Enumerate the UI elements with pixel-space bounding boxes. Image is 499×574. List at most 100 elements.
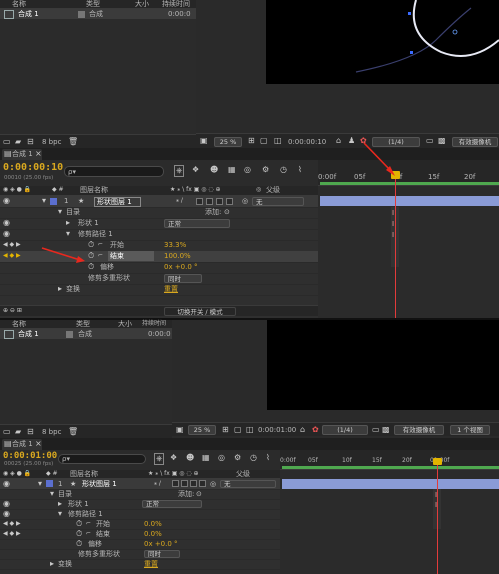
viewer-canvas[interactable] [266, 0, 499, 84]
trim-paths-chevron-icon[interactable]: ▾ [58, 509, 62, 519]
layer-search-input[interactable]: ρ▾ [58, 454, 146, 464]
trim-paths-chevron-icon[interactable]: ▾ [66, 229, 70, 239]
snapshot-icon[interactable]: ◫ [274, 136, 282, 146]
col-name-header[interactable]: 名称 [12, 0, 26, 9]
snapshot-icon[interactable]: ◫ [246, 425, 254, 435]
transform-reset[interactable]: 重置 [164, 284, 178, 294]
offset-value[interactable]: 0x +0.0 ° [164, 262, 198, 272]
transparency-grid-icon[interactable]: ▩ [382, 425, 390, 435]
switch-box-3[interactable] [190, 480, 197, 487]
layer-search-input[interactable]: ρ▾ [64, 166, 164, 177]
shape-group-chevron-icon[interactable]: ▸ [66, 218, 70, 228]
eye-icon[interactable]: ◉ [3, 218, 10, 228]
comp-tab[interactable]: ▤ 合成 1 × [2, 149, 42, 160]
start-value[interactable]: 33.3% [164, 240, 186, 250]
footer-icons[interactable]: ⊕ ⊖ ⊞ [3, 306, 22, 316]
layer-name-column-header[interactable]: 图层名称 [80, 185, 108, 195]
stopwatch-icon[interactable]: ⏱ [88, 240, 94, 250]
stopwatch-icon[interactable]: ⏱ [88, 262, 94, 272]
parent-column-header[interactable]: 父级 [266, 185, 280, 195]
layer-label-color[interactable] [46, 480, 53, 487]
camera-dropdown[interactable]: 有效摄像机 [452, 137, 498, 147]
add-menu-icon[interactable]: ⊙ [196, 489, 202, 499]
layer-duration-bar[interactable] [320, 196, 499, 206]
stopwatch-icon[interactable]: ⏱ [88, 251, 94, 261]
viewer-canvas[interactable] [267, 320, 499, 410]
col-size-header[interactable]: 大小 [118, 319, 132, 329]
draft-3d-icon[interactable]: ❖ [192, 165, 199, 175]
transform-row[interactable]: ▸ 变换 重置 [0, 284, 318, 296]
switch-box-1[interactable] [196, 198, 203, 205]
layer-label-color[interactable] [50, 198, 57, 205]
comp-mini-flowchart-icon[interactable]: ⎈ [154, 453, 165, 465]
interpret-footage-icon[interactable]: ▭ [3, 427, 11, 437]
end-value[interactable]: 0.0% [144, 529, 162, 539]
switch-box-2[interactable] [206, 198, 213, 205]
offset-value[interactable]: 0x +0.0 ° [144, 539, 178, 549]
region-of-interest-icon[interactable]: ▭ [426, 136, 434, 146]
comp-tab[interactable]: ▤ 合成 1 × [2, 439, 42, 450]
close-tab-icon[interactable]: × [35, 149, 42, 159]
auto-keyframe-icon[interactable]: ◷ [280, 165, 287, 175]
video-eye-icon[interactable]: ◉ [3, 196, 10, 206]
transform-reset[interactable]: 重置 [144, 559, 158, 569]
transform-chevron-icon[interactable]: ▸ [50, 559, 54, 569]
keyframe-nav-icon[interactable]: ◀ ◆ ▶ [3, 240, 21, 250]
graph-editor-icon[interactable]: ⌇ [298, 165, 302, 175]
bpc-label[interactable]: 8 bpc [42, 137, 61, 147]
expand-layer-chevron-icon[interactable]: ▾ [38, 479, 42, 489]
start-value[interactable]: 0.0% [144, 519, 162, 529]
switch-box-1[interactable] [172, 480, 179, 487]
keyframe-marker[interactable]: I [392, 208, 394, 218]
label-color-swatch[interactable] [78, 11, 85, 18]
contents-chevron-icon[interactable]: ▾ [50, 489, 54, 499]
grid-icon[interactable]: ⊞ [248, 136, 255, 146]
safe-area-icon[interactable]: ▢ [260, 136, 268, 146]
pickwhip-icon[interactable]: ◎ [210, 479, 216, 489]
viewer-timecode[interactable]: 0:00:00:10 [288, 137, 326, 147]
new-folder-icon[interactable]: ▰ [15, 427, 21, 437]
delete-icon[interactable]: 🗑 [68, 427, 78, 437]
zoom-dropdown[interactable]: 25 % [214, 137, 242, 147]
camera-dropdown[interactable]: 有效摄像机 [394, 425, 444, 435]
brainstorm-icon[interactable]: ⚙ [234, 453, 241, 463]
stopwatch-icon[interactable]: ⏱ [76, 539, 82, 549]
draft-3d-icon[interactable]: ❖ [170, 453, 177, 463]
layer-name[interactable]: 形状图层 1 [94, 197, 141, 207]
transform-row[interactable]: ▸ 变换 重置 [0, 559, 280, 570]
eye-icon[interactable]: ◉ [3, 509, 10, 519]
new-composition-icon[interactable]: ⊟ [27, 427, 34, 437]
auto-keyframe-icon[interactable]: ◷ [250, 453, 257, 463]
current-time-display[interactable]: 0:00:00:10 [3, 162, 63, 174]
add-menu-icon[interactable]: ⊙ [224, 207, 230, 217]
col-type-header[interactable]: 类型 [86, 0, 100, 9]
color-channel-icon[interactable]: ✿ [360, 136, 367, 146]
grid-icon[interactable]: ⊞ [222, 425, 229, 435]
col-size-header[interactable]: 大小 [135, 0, 149, 9]
motion-blur-icon[interactable]: ◎ [244, 165, 251, 175]
playhead-handle[interactable] [433, 458, 442, 465]
col-duration-header[interactable]: 持续时间 [162, 0, 190, 9]
playhead-handle[interactable] [391, 171, 400, 179]
shape-blend-mode-dropdown[interactable]: 正常 [142, 500, 202, 508]
playhead-line[interactable] [395, 174, 396, 318]
multi-trim-dropdown[interactable]: 同时 [144, 550, 180, 558]
parent-dropdown[interactable]: 无 [252, 197, 304, 206]
col-duration-header[interactable]: 持续时间 [142, 319, 166, 329]
label-color-swatch[interactable] [66, 331, 73, 338]
always-preview-icon[interactable]: ▣ [200, 136, 208, 146]
col-type-header[interactable]: 类型 [76, 319, 90, 329]
transform-chevron-icon[interactable]: ▸ [58, 284, 62, 294]
resolution-dropdown[interactable]: (1/4) [372, 137, 420, 147]
graph-icon[interactable]: ⌐ [98, 251, 103, 261]
graph-icon[interactable]: ⌐ [86, 529, 91, 539]
time-graph[interactable]: 0:00f 05f 10f 15f 20f 01:00f I I [280, 450, 499, 574]
layer-name-column-header[interactable]: 图层名称 [70, 469, 98, 479]
work-area-bar[interactable] [282, 466, 499, 469]
hide-shy-layers-icon[interactable]: ☻ [210, 165, 218, 175]
viewer-timecode[interactable]: 0:00:01:00 [258, 425, 296, 435]
parent-column-header[interactable]: 父级 [236, 469, 250, 479]
switch-box-3[interactable] [216, 198, 223, 205]
layer-duration-bar[interactable] [282, 479, 499, 489]
multi-trim-dropdown[interactable]: 同时 [164, 274, 202, 283]
